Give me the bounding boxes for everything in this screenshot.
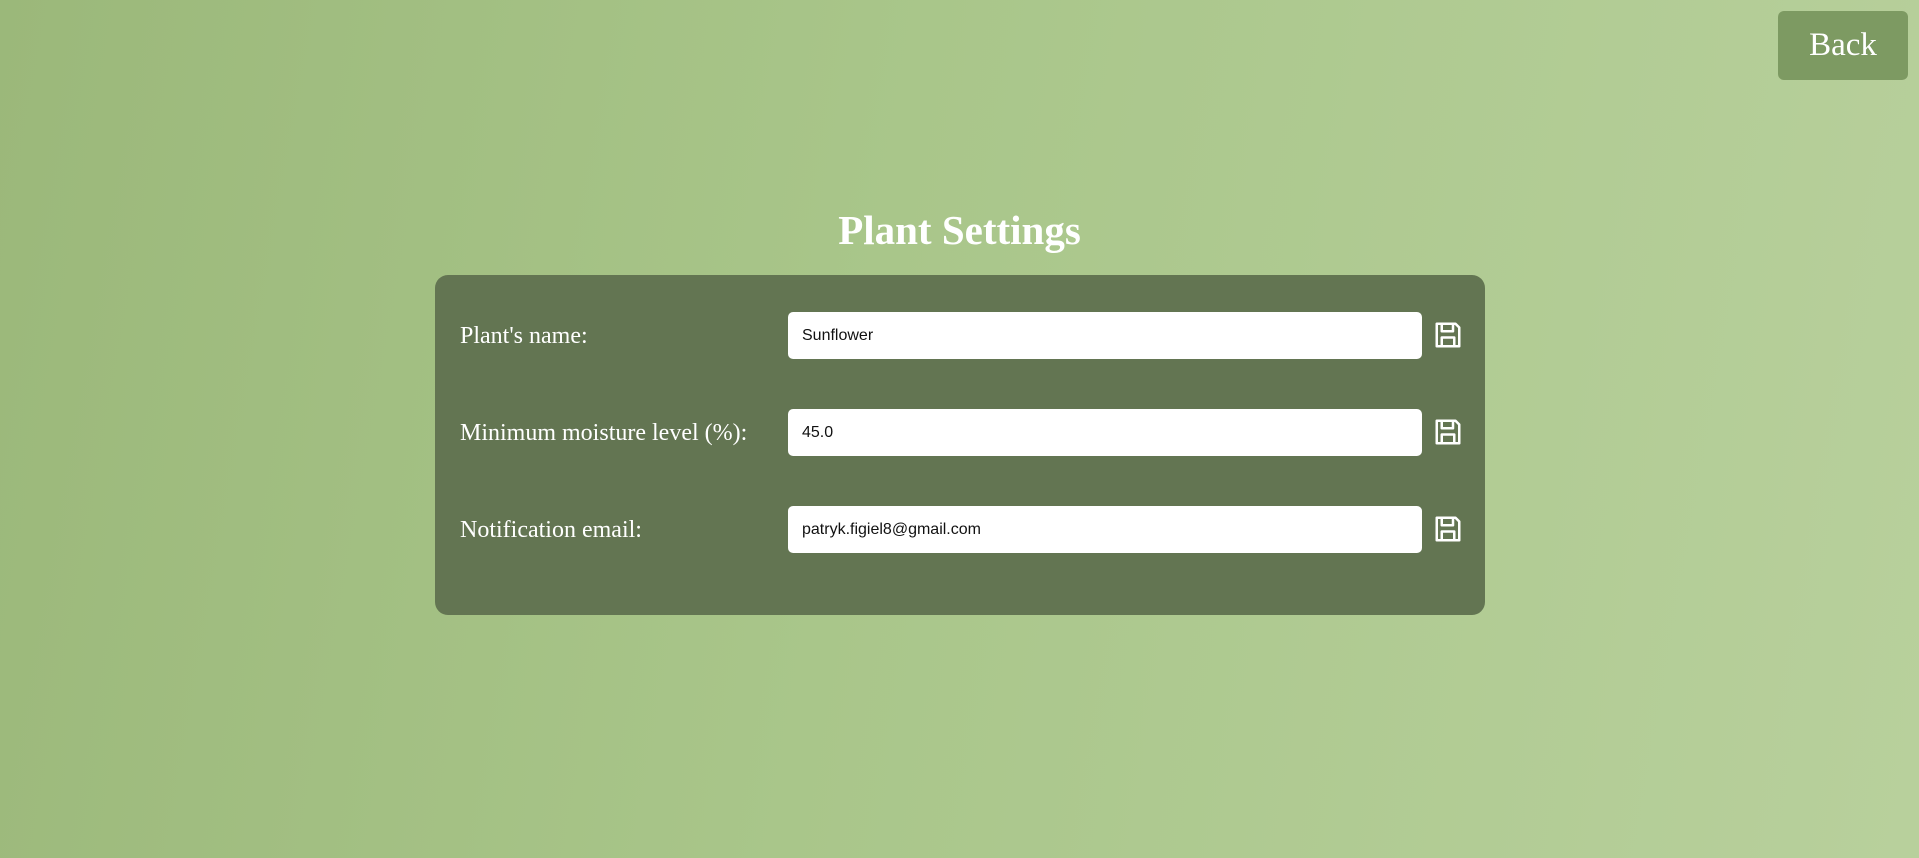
plant-name-label: Plant's name: [460, 323, 588, 349]
plant-name-input[interactable] [788, 312, 1422, 359]
setting-row-min-moisture: Minimum moisture level (%): [435, 409, 1485, 457]
save-icon[interactable] [1433, 514, 1463, 544]
notification-email-label: Notification email: [460, 517, 642, 543]
settings-panel: Plant's name: Minimum moisture level (%)… [435, 275, 1485, 615]
page-title: Plant Settings [838, 207, 1081, 253]
save-icon[interactable] [1433, 417, 1463, 447]
setting-row-plant-name: Plant's name: [435, 312, 1485, 360]
save-icon[interactable] [1433, 320, 1463, 350]
min-moisture-input[interactable] [788, 409, 1422, 456]
setting-row-notification-email: Notification email: [435, 506, 1485, 554]
min-moisture-label: Minimum moisture level (%): [460, 420, 748, 446]
back-button[interactable]: Back [1778, 11, 1908, 80]
notification-email-input[interactable] [788, 506, 1422, 553]
